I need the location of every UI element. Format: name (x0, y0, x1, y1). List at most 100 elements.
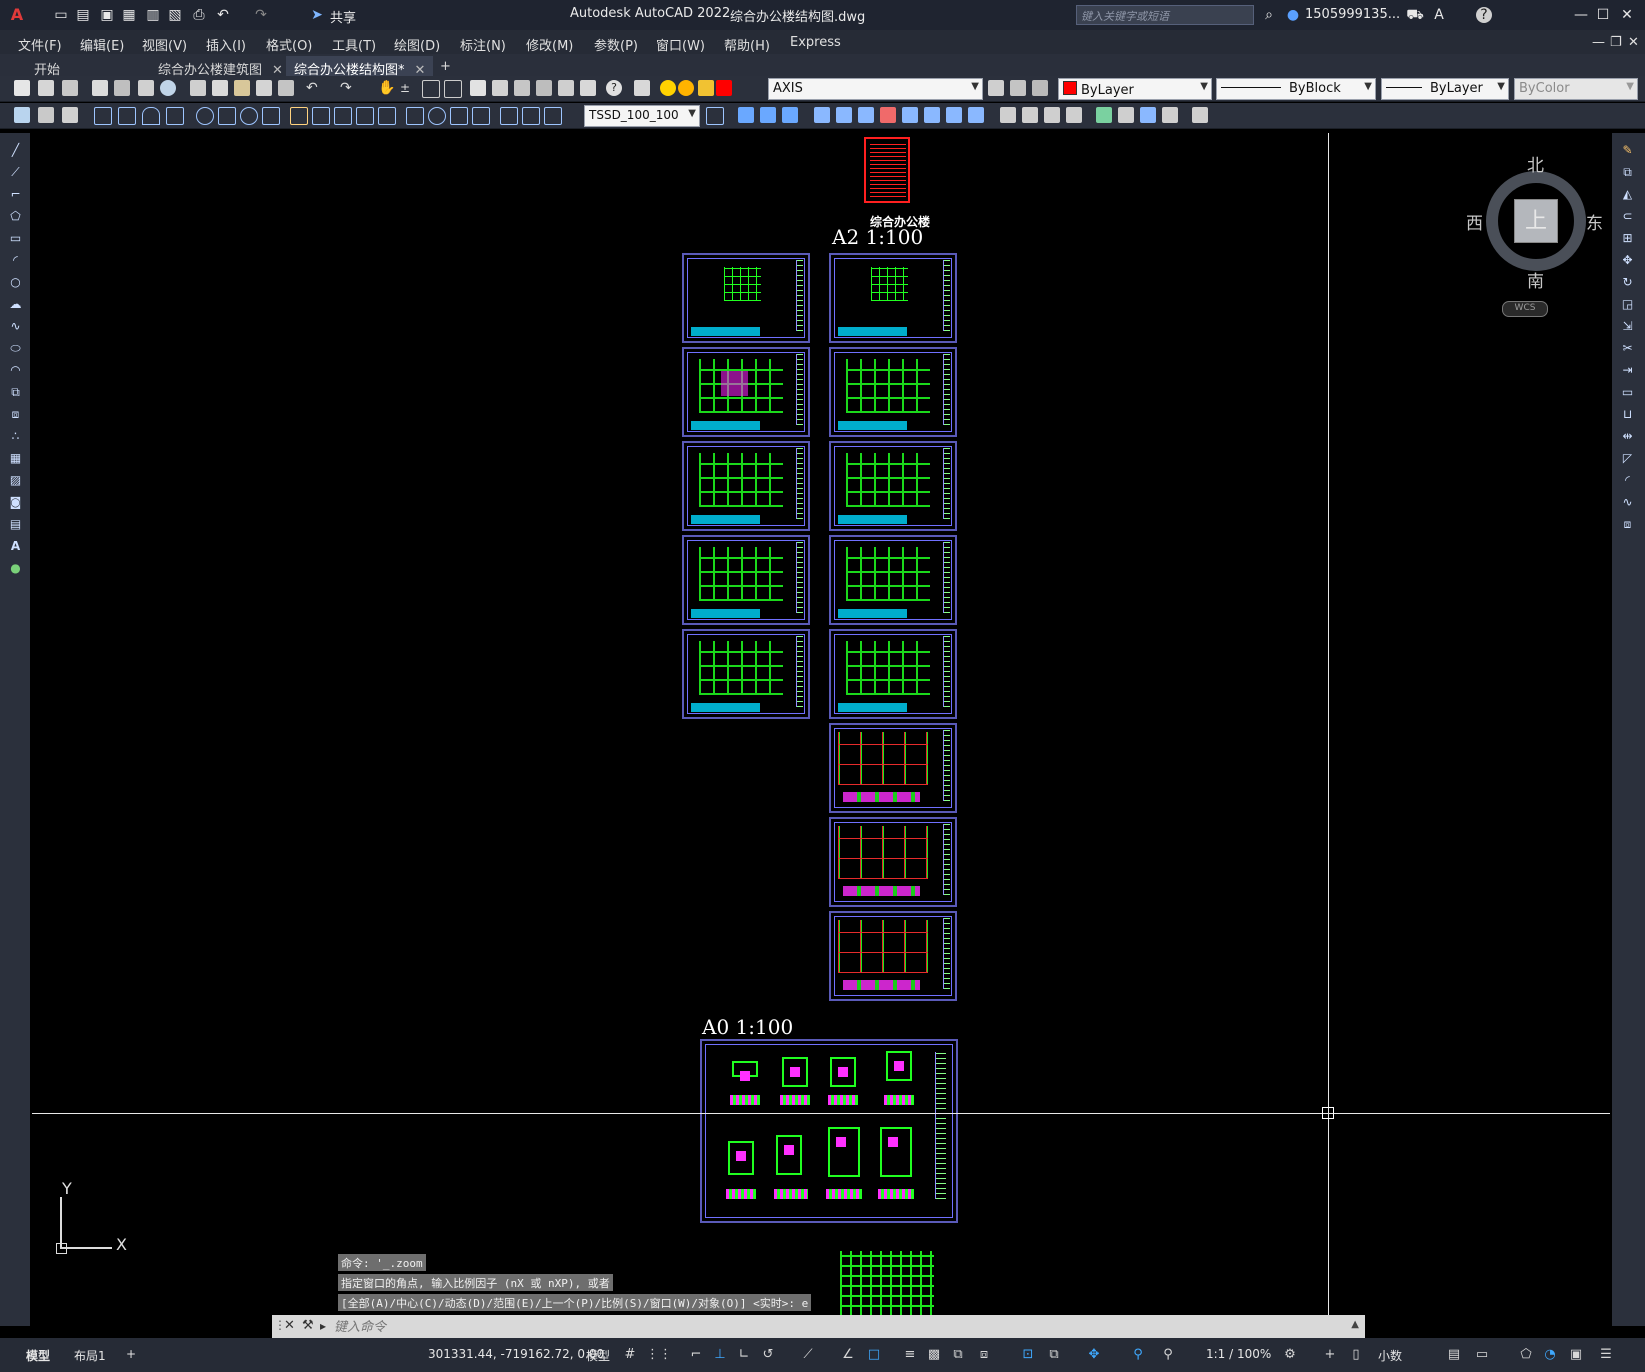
dim-text-edit-icon[interactable] (522, 107, 540, 125)
trim-icon[interactable]: ✂ (1620, 341, 1635, 356)
lineweight-icon[interactable]: ≡ (902, 1347, 918, 1363)
new-file-icon[interactable]: ▭ (52, 6, 70, 24)
tool-icon[interactable] (1118, 107, 1134, 123)
polyline-icon[interactable]: ⌐ (8, 187, 23, 202)
calculator-icon[interactable] (580, 80, 596, 96)
lineweight-dropdown[interactable]: ByLayer ▼ (1381, 78, 1509, 100)
polygon-icon[interactable]: ⬠ (8, 209, 23, 224)
sheet-a2-11[interactable] (829, 723, 957, 813)
save-as-icon[interactable]: ▦ (120, 6, 138, 24)
rotate-icon[interactable]: ↻ (1620, 275, 1635, 290)
extend-icon[interactable]: ⇥ (1620, 363, 1635, 378)
units-value[interactable]: 小数 (1378, 1347, 1402, 1364)
erase-icon[interactable]: ✎ (1620, 143, 1635, 158)
layer-lock-icon[interactable] (698, 80, 714, 96)
sheet-a0[interactable] (700, 1039, 958, 1223)
save-icon[interactable] (62, 80, 78, 96)
redo-icon[interactable]: ↷ (340, 80, 356, 96)
layer-color-icon[interactable] (716, 80, 732, 96)
revcloud-icon[interactable]: ☁ (8, 297, 23, 312)
autocad-logo-icon[interactable]: A (8, 6, 26, 24)
annotation-scale-value[interactable]: 1:1 / 100% (1206, 1347, 1271, 1361)
color-dropdown[interactable]: ByLayer ▼ (1058, 78, 1212, 100)
dim-continue-icon[interactable] (334, 107, 352, 125)
copy-icon[interactable] (212, 80, 228, 96)
save-icon[interactable]: ▣ (98, 6, 116, 24)
annotation-visibility-icon[interactable]: ⚲ (1130, 1347, 1146, 1363)
tab-start[interactable]: 开始 (26, 56, 68, 78)
linetype-dropdown[interactable]: ByBlock ▼ (1216, 78, 1376, 100)
line-icon[interactable]: ╱ (8, 143, 23, 158)
object-snap-icon[interactable]: □ (866, 1347, 882, 1363)
add-selected-icon[interactable]: ● (8, 561, 23, 576)
cart-icon[interactable]: ⛟ (1406, 6, 1424, 24)
open-web-icon[interactable]: ▥ (144, 6, 162, 24)
minimize-icon[interactable]: — (1572, 6, 1590, 24)
viewcube-top-face[interactable]: 上 (1514, 199, 1558, 243)
gizmo-icon[interactable]: ✥ (1086, 1347, 1102, 1363)
print-icon[interactable] (92, 80, 108, 96)
save-web-icon[interactable]: ▧ (166, 6, 184, 24)
grid-icon[interactable]: # (622, 1347, 638, 1363)
insert-block-icon[interactable]: ⧉ (8, 385, 23, 400)
menu-view[interactable]: 视图(V) (142, 35, 187, 54)
tool-icon[interactable] (62, 107, 78, 123)
table-icon[interactable]: ▤ (8, 517, 23, 532)
menu-parametric[interactable]: 参数(P) (594, 35, 638, 54)
inspect-icon[interactable] (450, 107, 468, 125)
sheet-a2-4[interactable] (682, 535, 810, 625)
sheet-a2-3[interactable] (682, 441, 810, 531)
object-snap-tracking-icon[interactable]: ∠ (840, 1347, 856, 1363)
layer-on-icon[interactable] (660, 80, 676, 96)
dimstyle-dropdown[interactable]: TSSD_100_100 ▼ (584, 105, 700, 127)
make-current-icon[interactable] (988, 80, 1004, 96)
annotation-monitor-icon[interactable]: + (1322, 1347, 1338, 1363)
explode-icon[interactable]: ⧈ (1620, 517, 1635, 532)
doc-restore-icon[interactable]: ❐ (1610, 35, 1622, 50)
tool-icon[interactable] (1192, 107, 1208, 123)
infer-constraints-icon[interactable]: ⌐ (688, 1347, 704, 1363)
dim-arc-icon[interactable] (142, 107, 160, 125)
undo-icon[interactable]: ↶ (306, 80, 322, 96)
plot-icon[interactable]: ⎙ (190, 6, 208, 24)
dim-linear-icon[interactable] (94, 107, 112, 125)
doc-close-icon[interactable]: ✕ (1628, 35, 1639, 50)
cover-sheet[interactable] (864, 137, 910, 203)
transparency-icon[interactable]: ▩ (926, 1347, 942, 1363)
zoom-previous-icon[interactable] (444, 80, 462, 98)
sheet-a2-7[interactable] (829, 347, 957, 437)
compass-south[interactable]: 南 (1527, 267, 1544, 292)
paste-icon[interactable] (234, 80, 250, 96)
lock-ui-icon[interactable]: ▭ (1474, 1347, 1490, 1363)
menu-format[interactable]: 格式(O) (266, 35, 312, 54)
ellipse-arc-icon[interactable]: ◠ (8, 363, 23, 378)
sheet-a2-1[interactable] (682, 253, 810, 343)
search-icon[interactable]: ⌕ (1260, 6, 1278, 24)
tab-layout1[interactable]: 布局1 (74, 1347, 106, 1364)
break-icon[interactable]: ⊔ (1620, 407, 1635, 422)
tool-icon[interactable] (38, 107, 54, 123)
search-input[interactable]: 键入关键字或短语 (1076, 5, 1254, 25)
dim-space-icon[interactable] (356, 107, 374, 125)
layer-state-icon[interactable] (1032, 80, 1048, 96)
redo-icon[interactable]: ↷ (252, 6, 270, 24)
tool-icon[interactable] (924, 107, 940, 123)
tab-architecture[interactable]: 综合办公楼建筑图 ✕ (150, 56, 291, 78)
dim-radius-icon[interactable] (196, 107, 214, 125)
sheet-a2-8[interactable] (829, 441, 957, 531)
customize-icon[interactable]: ⚒ (302, 1318, 314, 1333)
tool-icon[interactable] (858, 107, 874, 123)
dim-baseline-icon[interactable] (312, 107, 330, 125)
customize-icon[interactable]: ☰ (1598, 1347, 1614, 1363)
close-icon[interactable]: ✕ (1618, 6, 1636, 24)
array-icon[interactable]: ⊞ (1620, 231, 1635, 246)
dim-ordinate-icon[interactable] (166, 107, 184, 125)
dynamic-input-icon[interactable]: ⊥ (712, 1347, 728, 1363)
ortho-icon[interactable]: ∟ (736, 1347, 752, 1363)
add-layout-button[interactable]: + (126, 1347, 136, 1361)
menu-draw[interactable]: 绘图(D) (394, 35, 440, 54)
quick-dim-icon[interactable] (290, 107, 308, 125)
selection-filter-icon[interactable]: ⧉ (1046, 1347, 1062, 1363)
match-icon[interactable] (256, 80, 272, 96)
recent-commands-icon[interactable]: ▸ (320, 1319, 326, 1333)
